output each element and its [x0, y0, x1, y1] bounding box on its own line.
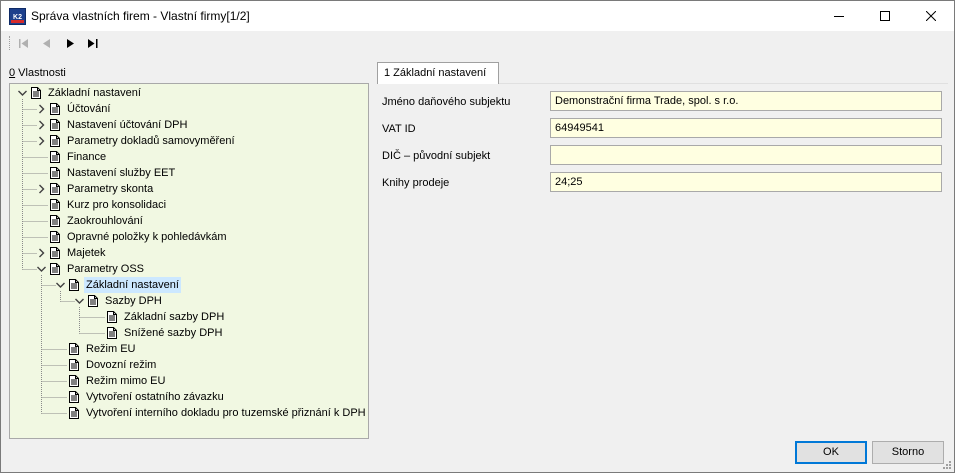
window-title: Správa vlastních firem - Vlastní firmy[1…	[31, 9, 250, 23]
document-icon	[50, 135, 60, 147]
properties-label-text: Vlastnosti	[15, 67, 66, 79]
document-icon	[50, 263, 60, 275]
document-icon	[69, 375, 79, 387]
minimize-button[interactable]	[816, 1, 862, 31]
document-icon	[69, 343, 79, 355]
document-icon	[50, 215, 60, 227]
document-icon	[50, 119, 60, 131]
tree-item-label: Vytvoření ostatního závazku	[86, 391, 224, 403]
tree-item-label: Sazby DPH	[105, 295, 162, 307]
original-tax-id-field[interactable]	[550, 145, 942, 165]
document-icon	[50, 183, 60, 195]
tree-item-label: Kurz pro konsolidaci	[67, 199, 167, 211]
properties-tree[interactable]: Základní nastavení Účtování Nastavení účto…	[9, 83, 369, 439]
first-record-icon	[19, 38, 28, 48]
tree-item-label: Majetek	[67, 247, 106, 259]
tab-strip-divider	[499, 83, 948, 84]
previous-record-icon	[42, 38, 50, 48]
document-icon	[88, 295, 98, 307]
chevron-right-icon[interactable]	[36, 117, 48, 133]
document-icon	[69, 407, 79, 419]
chevron-down-icon[interactable]	[17, 85, 29, 101]
tree-item-label: Vytvoření interního dokladu pro tuzemské…	[86, 407, 366, 419]
tree-item-label: Základní sazby DPH	[124, 311, 225, 323]
document-icon	[50, 103, 60, 115]
chevron-right-icon[interactable]	[36, 133, 48, 149]
tree-item-label: Nastavení služby EET	[67, 167, 176, 179]
previous-record-button[interactable]	[37, 35, 55, 51]
chevron-down-icon[interactable]	[55, 277, 67, 293]
cancel-button[interactable]: Storno	[872, 441, 944, 464]
tree-item-label: Nastavení účtování DPH	[67, 119, 188, 131]
maximize-icon	[880, 11, 890, 21]
document-icon	[50, 247, 60, 259]
tree-item-label: Zaokrouhlování	[67, 215, 143, 227]
title-bar[interactable]: K2 Správa vlastních firem - Vlastní firm…	[1, 1, 954, 31]
document-icon	[107, 327, 117, 339]
last-record-button[interactable]	[84, 35, 102, 51]
app-icon: K2	[9, 8, 26, 25]
document-icon	[31, 87, 41, 99]
toolbar-grip[interactable]	[9, 36, 11, 50]
sales-books-label: Knihy prodeje	[382, 177, 450, 189]
ok-button[interactable]: OK	[795, 441, 867, 464]
tree-item-label: Finance	[67, 151, 107, 163]
original-tax-id-label: DIČ – původní subjekt	[382, 150, 491, 162]
tree-item-label: Parametry skonta	[67, 183, 154, 195]
document-icon	[50, 231, 60, 243]
document-icon	[50, 151, 60, 163]
tree-item-label: Účtování	[67, 103, 111, 115]
maximize-button[interactable]	[862, 1, 908, 31]
tax-subject-name-label: Jméno daňového subjektu	[382, 96, 511, 108]
dialog-window: K2 Správa vlastních firem - Vlastní firm…	[0, 0, 955, 473]
close-button[interactable]	[908, 1, 954, 31]
tree-item-label: Režim EU	[86, 343, 136, 355]
last-record-icon	[88, 38, 98, 48]
chevron-right-icon[interactable]	[36, 101, 48, 117]
properties-label: 0 Vlastnosti	[9, 67, 66, 79]
tax-subject-name-field[interactable]	[550, 91, 942, 111]
tree-item-label: Základní nastavení	[84, 277, 181, 293]
tree-item-label: Dovozní režim	[86, 359, 157, 371]
first-record-button[interactable]	[15, 35, 33, 51]
document-icon	[69, 359, 79, 371]
tab-basic-settings[interactable]: 1 Základní nastavení	[377, 62, 499, 84]
vat-id-label: VAT ID	[382, 123, 416, 135]
navigation-toolbar	[1, 31, 954, 55]
tree-item-label: Parametry OSS	[67, 263, 145, 275]
vat-id-field[interactable]	[550, 118, 942, 138]
tree-item-label: Opravné položky k pohledávkám	[67, 231, 227, 243]
chevron-down-icon[interactable]	[36, 261, 48, 277]
next-record-button[interactable]	[61, 35, 79, 51]
chevron-right-icon[interactable]	[36, 245, 48, 261]
minimize-icon	[834, 16, 844, 17]
tree-item-label: Snížené sazby DPH	[124, 327, 223, 339]
next-record-icon	[66, 38, 74, 48]
close-icon	[926, 11, 936, 21]
resize-grip-icon[interactable]	[942, 460, 952, 470]
document-icon	[50, 199, 60, 211]
tree-item-label: Režim mimo EU	[86, 375, 166, 387]
document-icon	[69, 391, 79, 403]
document-icon	[107, 311, 117, 323]
tree-item-label: Základní nastavení	[48, 87, 141, 99]
document-icon	[50, 167, 60, 179]
sales-books-field[interactable]	[550, 172, 942, 192]
chevron-right-icon[interactable]	[36, 181, 48, 197]
tree-item-label: Parametry dokladů samovyměření	[67, 135, 235, 147]
chevron-down-icon[interactable]	[74, 293, 86, 309]
document-icon	[69, 279, 79, 291]
